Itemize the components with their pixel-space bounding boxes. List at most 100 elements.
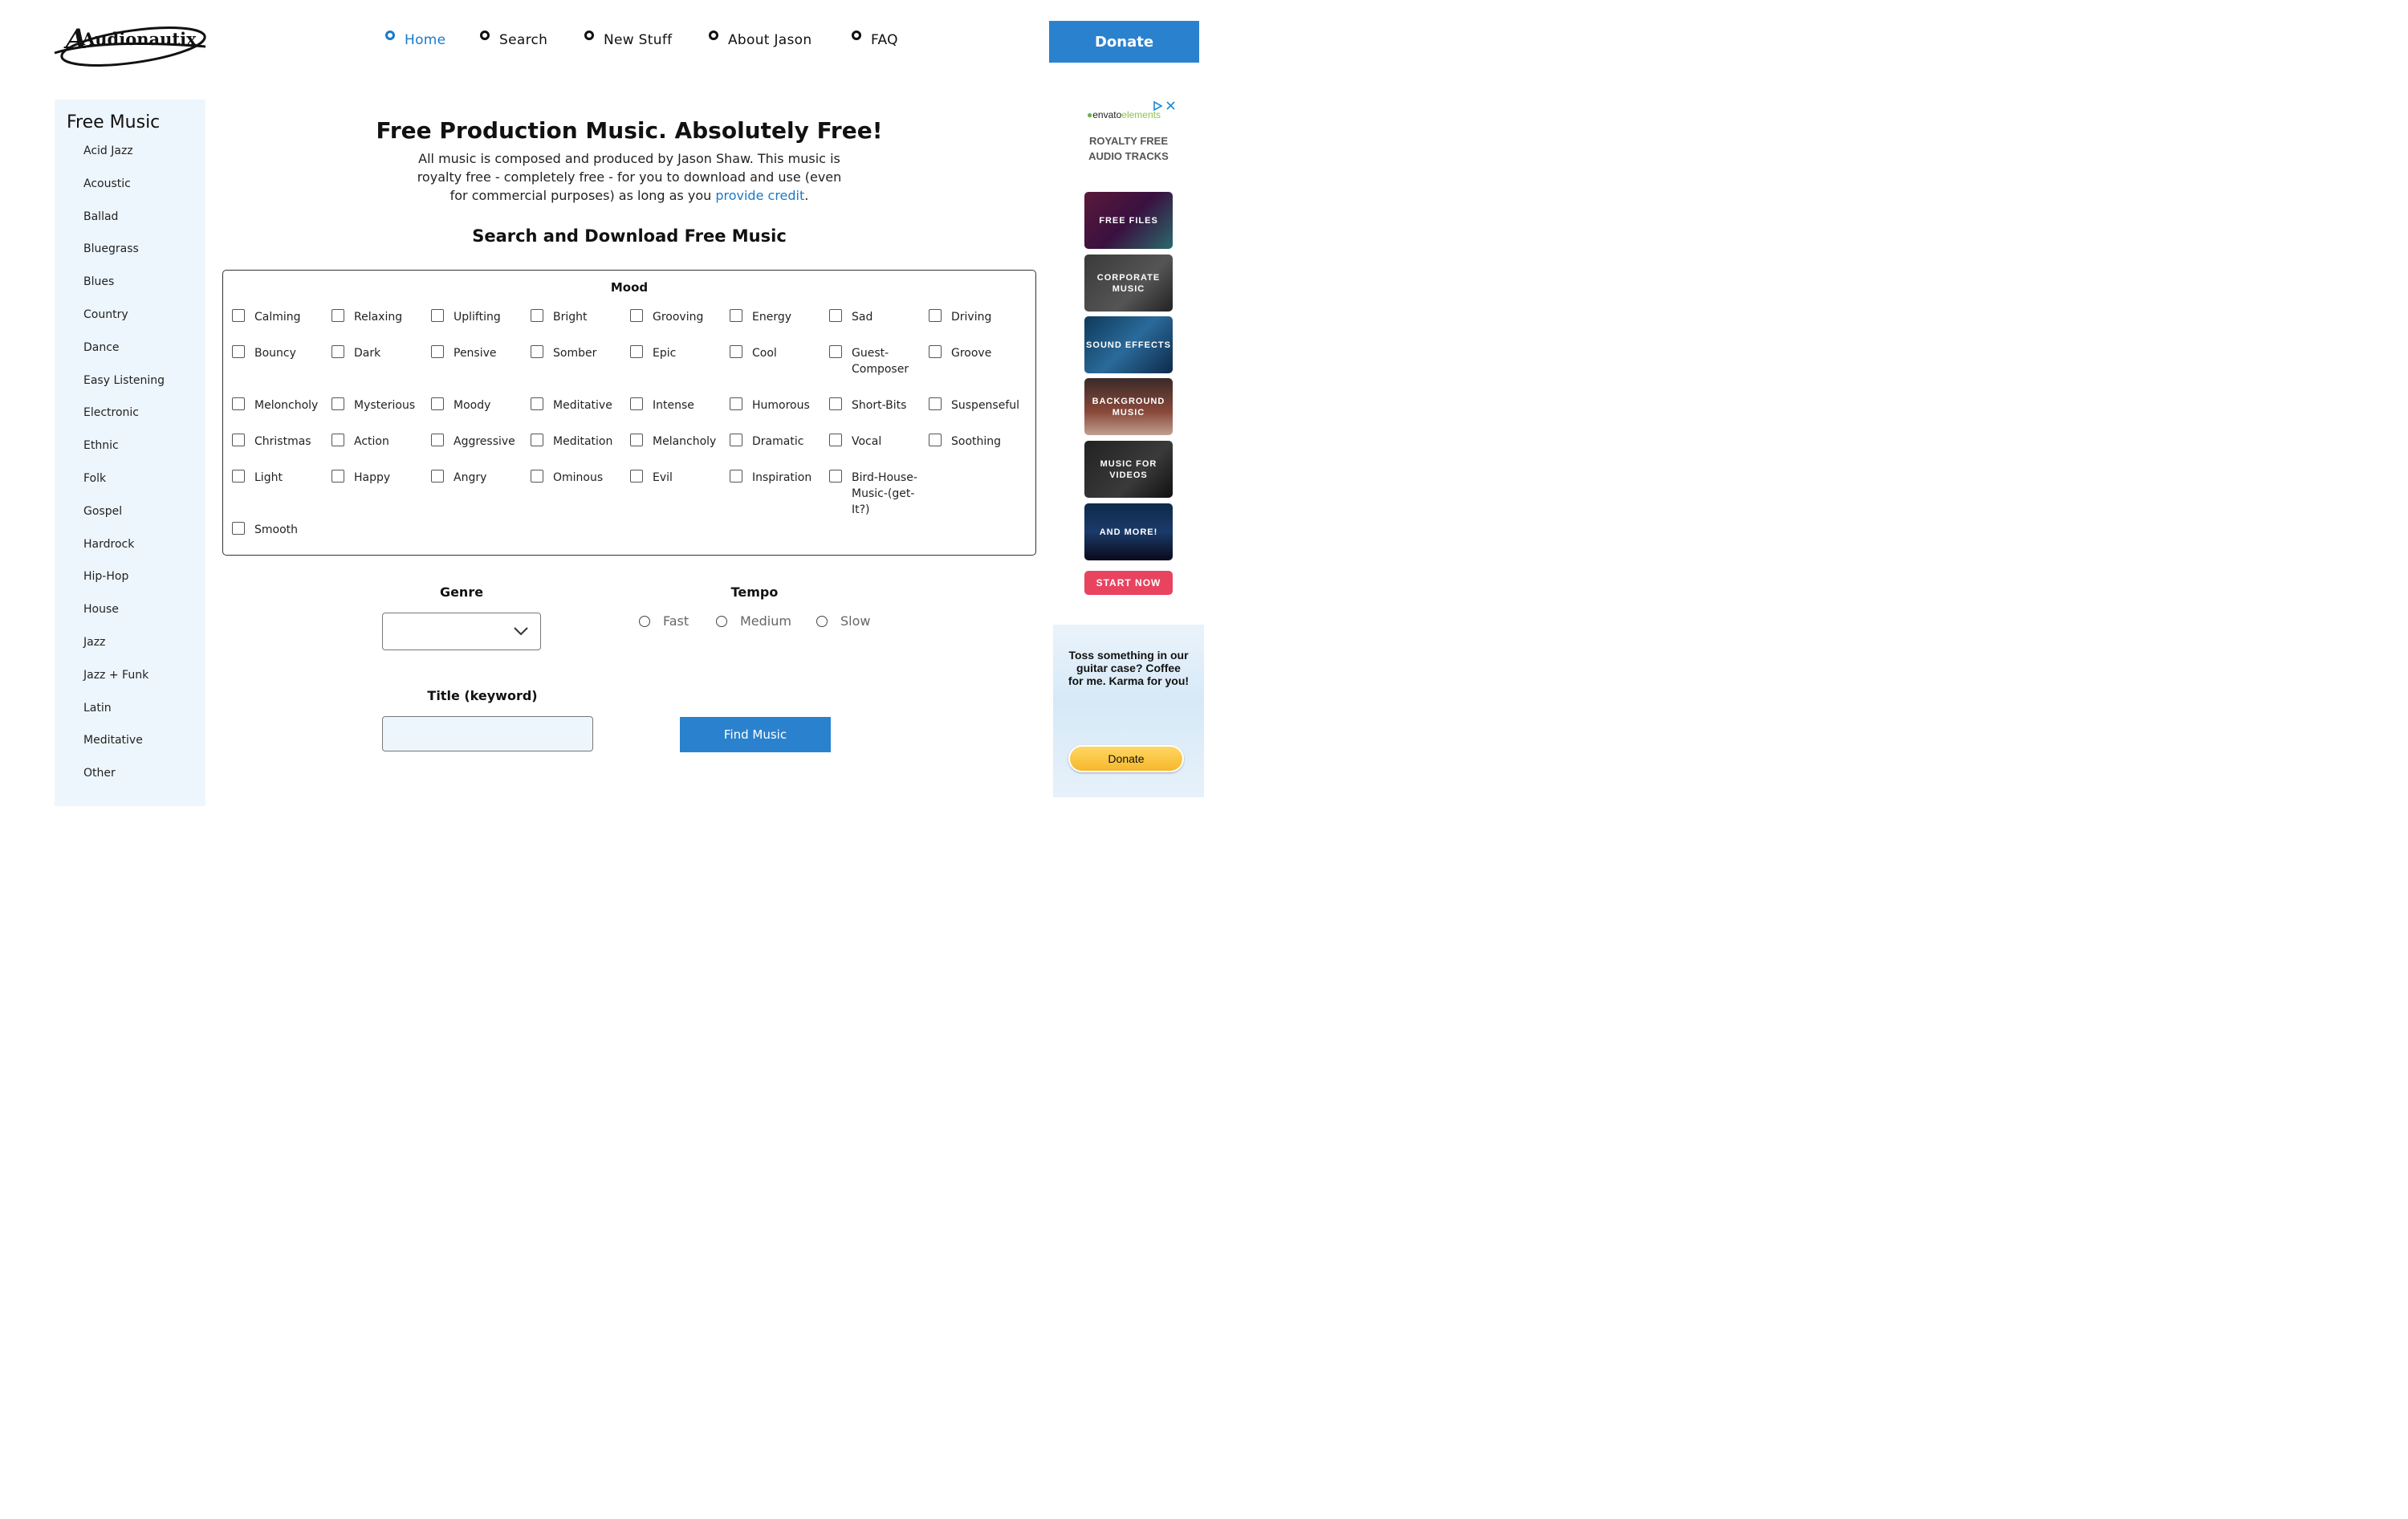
ad-tile-background-music[interactable]: BACKGROUND MUSIC [1084,378,1173,435]
mood-checkbox[interactable]: Relaxing [332,309,426,325]
mood-checkbox[interactable]: Meditative [531,397,625,413]
checkbox-icon[interactable] [929,434,942,446]
checkbox-icon[interactable] [929,345,942,358]
ad-tile-corporate-music[interactable]: CORPORATE MUSIC [1084,255,1173,312]
start-now-button[interactable]: START NOW [1084,571,1173,595]
mood-checkbox[interactable]: Energy [730,309,824,325]
tempo-fast-radio[interactable]: Fast [639,613,689,629]
mood-checkbox[interactable]: Intense [630,397,725,413]
mood-checkbox[interactable]: Pensive [431,345,526,361]
sidebar-item[interactable]: House [83,603,165,636]
checkbox-icon[interactable] [232,397,245,410]
tempo-medium-radio[interactable]: Medium [716,613,791,629]
mood-checkbox[interactable]: Aggressive [431,434,526,450]
checkbox-icon[interactable] [332,434,344,446]
sidebar-item[interactable]: Easy Listening [83,374,165,407]
sidebar-item[interactable]: Dance [83,341,165,374]
mood-checkbox[interactable]: Guest-Composer [829,345,924,377]
checkbox-icon[interactable] [431,470,444,483]
mood-checkbox[interactable]: Christmas [232,434,327,450]
nav-new-stuff[interactable]: New Stuff [584,31,672,48]
checkbox-icon[interactable] [531,397,543,410]
mood-checkbox[interactable]: Happy [332,470,426,486]
mood-checkbox[interactable]: Meloncholy [232,397,327,413]
sidebar-item[interactable]: Other [83,767,165,800]
keyword-input[interactable] [382,716,593,751]
ad-tile-free-files[interactable]: FREE FILES [1084,192,1173,249]
mood-checkbox[interactable]: Humorous [730,397,824,413]
checkbox-icon[interactable] [431,397,444,410]
checkbox-icon[interactable] [232,434,245,446]
checkbox-icon[interactable] [630,434,643,446]
provide-credit-link[interactable]: provide credit [715,188,804,203]
mood-checkbox[interactable]: Action [332,434,426,450]
checkbox-icon[interactable] [531,309,543,322]
sidebar-item[interactable]: Ballad [83,210,165,243]
sidebar-item[interactable]: Latin [83,702,165,735]
sidebar-item[interactable]: Gospel [83,505,165,538]
checkbox-icon[interactable] [332,397,344,410]
mood-checkbox[interactable]: Somber [531,345,625,361]
mood-checkbox[interactable]: Smooth [232,522,327,538]
close-icon[interactable] [1166,101,1175,110]
checkbox-icon[interactable] [332,309,344,322]
checkbox-icon[interactable] [232,345,245,358]
nav-home[interactable]: Home [385,31,445,48]
checkbox-icon[interactable] [829,309,842,322]
sidebar-item[interactable]: Jazz + Funk [83,669,165,702]
sidebar-item[interactable]: Country [83,308,165,341]
sidebar-item[interactable]: Blues [83,275,165,308]
checkbox-icon[interactable] [232,470,245,483]
checkbox-icon[interactable] [730,309,742,322]
ad-tile-sound-effects[interactable]: SOUND EFFECTS [1084,316,1173,373]
mood-checkbox[interactable]: Ominous [531,470,625,486]
checkbox-icon[interactable] [730,434,742,446]
site-logo[interactable]: A Audionautix [53,14,209,69]
checkbox-icon[interactable] [630,345,643,358]
checkbox-icon[interactable] [431,345,444,358]
checkbox-icon[interactable] [232,309,245,322]
donate-button[interactable]: Donate [1049,21,1199,63]
mood-checkbox[interactable]: Evil [630,470,725,486]
mood-checkbox[interactable]: Bouncy [232,345,327,361]
mood-checkbox[interactable]: Grooving [630,309,725,325]
mood-checkbox[interactable]: Groove [929,345,1023,361]
sidebar-item[interactable]: Acid Jazz [83,145,165,177]
checkbox-icon[interactable] [630,397,643,410]
sidebar-item[interactable]: Hip-Hop [83,570,165,603]
mood-checkbox[interactable]: Epic [630,345,725,361]
mood-checkbox[interactable]: Uplifting [431,309,526,325]
mood-checkbox[interactable]: Dark [332,345,426,361]
ad-tile-and-more[interactable]: AND MORE! [1084,503,1173,560]
sidebar-item[interactable]: Electronic [83,406,165,439]
sidebar-item[interactable]: Meditative [83,734,165,767]
ad-banner[interactable]: ●envatoelements ROYALTY FREE AUDIO TRACK… [1076,100,1182,601]
checkbox-icon[interactable] [829,397,842,410]
nav-search[interactable]: Search [480,31,547,48]
checkbox-icon[interactable] [531,434,543,446]
checkbox-icon[interactable] [431,309,444,322]
mood-checkbox[interactable]: Mysterious [332,397,426,413]
nav-about-jason[interactable]: About Jason [709,31,811,48]
checkbox-icon[interactable] [730,345,742,358]
ad-tile-music-for-videos[interactable]: MUSIC FOR VIDEOS [1084,441,1173,498]
mood-checkbox[interactable]: Driving [929,309,1023,325]
checkbox-icon[interactable] [730,470,742,483]
sidebar-item[interactable]: Hardrock [83,538,165,571]
sidebar-item[interactable]: Acoustic [83,177,165,210]
checkbox-icon[interactable] [829,345,842,358]
sidebar-item[interactable]: Ethnic [83,439,165,472]
mood-checkbox[interactable]: Sad [829,309,924,325]
genre-select[interactable] [382,613,541,650]
mood-checkbox[interactable]: Suspenseful [929,397,1023,413]
checkbox-icon[interactable] [829,470,842,483]
mood-checkbox[interactable]: Vocal [829,434,924,450]
checkbox-icon[interactable] [829,434,842,446]
mood-checkbox[interactable]: Cool [730,345,824,361]
mood-checkbox[interactable]: Bird-House-Music-(get-It?) [829,470,924,518]
mood-checkbox[interactable]: Melancholy [630,434,725,450]
mood-checkbox[interactable]: Short-Bits [829,397,924,413]
checkbox-icon[interactable] [431,434,444,446]
checkbox-icon[interactable] [929,397,942,410]
nav-faq[interactable]: FAQ [852,31,898,48]
